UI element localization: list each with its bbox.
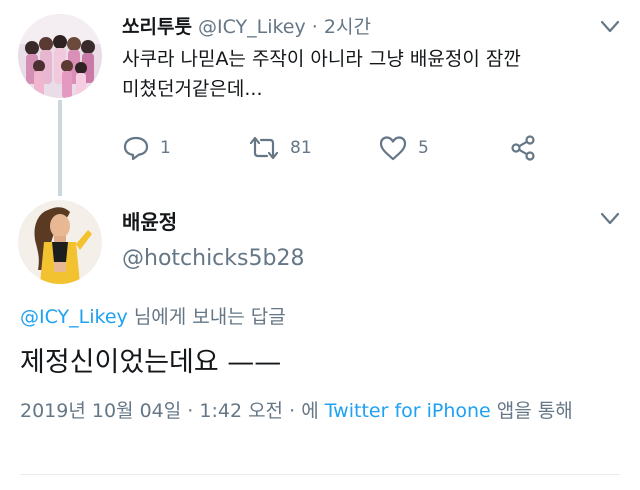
reply-author-handle[interactable]: @hotchicks5b28 <box>122 246 304 271</box>
reply-icon <box>123 136 149 161</box>
heart-icon <box>379 136 407 161</box>
replying-to-suffix: 님에게 보내는 답글 <box>133 306 286 328</box>
share-icon <box>511 135 535 161</box>
tweet-body: 사쿠라 나믿A는 주작이 아니라 그냥 배윤정이 잠깐 미쳤던거같은데... <box>122 44 602 104</box>
reply-date[interactable]: 2019년 10월 04일 <box>20 400 181 422</box>
like-action[interactable]: 5 <box>378 134 429 162</box>
reply-author-avatar[interactable] <box>18 200 102 284</box>
meta-separator-2: · <box>289 400 296 422</box>
share-action[interactable] <box>510 134 546 162</box>
meta-separator-1: · <box>187 400 194 422</box>
header-separator: · <box>311 16 318 38</box>
tweet-source-link[interactable]: Twitter for iPhone <box>325 400 491 422</box>
reply-author-name[interactable]: 배윤정 <box>122 206 177 235</box>
tweet-timestamp[interactable]: 2시간 <box>324 16 371 38</box>
divider <box>20 474 620 475</box>
retweet-action[interactable]: 81 <box>248 134 312 162</box>
person-photo-avatar-image <box>18 200 102 284</box>
reply-time[interactable]: 1:42 오전 <box>199 400 283 422</box>
tweet-text-line-1: 사쿠라 나믿A는 주작이 아니라 그냥 배윤정이 잠깐 <box>122 48 521 70</box>
replying-to-handle-link[interactable]: @ICY_Likey <box>20 306 128 328</box>
reply-meta: 2019년 10월 04일 · 1:42 오전 · 에 Twitter for … <box>20 396 620 426</box>
tweet-text-line-2: 미쳤던거같은데... <box>122 78 263 100</box>
replying-to-line: @ICY_Likey 님에게 보내는 답글 <box>20 302 286 329</box>
tweet-author-handle[interactable]: @ICY_Likey <box>198 16 306 38</box>
reply-action[interactable]: 1 <box>122 134 171 162</box>
reply-count: 1 <box>160 138 171 158</box>
chevron-down-icon[interactable] <box>600 20 620 34</box>
chevron-down-icon[interactable] <box>600 212 620 226</box>
group-photo-avatar-image <box>18 14 102 98</box>
like-count: 5 <box>418 138 429 158</box>
thread-connector-line <box>58 100 62 196</box>
reply-body-text: 제정신이었는데요 —— <box>20 347 282 378</box>
tweet-author-avatar[interactable] <box>18 14 102 98</box>
retweet-count: 81 <box>290 138 312 158</box>
tweet-header: 쏘리투툿 @ICY_Likey · 2시간 <box>122 12 371 39</box>
retweet-icon <box>249 136 279 160</box>
via-prefix: 에 <box>301 400 319 422</box>
tweet-author-name[interactable]: 쏘리투툿 <box>122 16 192 38</box>
via-suffix: 앱을 통해 <box>496 400 573 422</box>
